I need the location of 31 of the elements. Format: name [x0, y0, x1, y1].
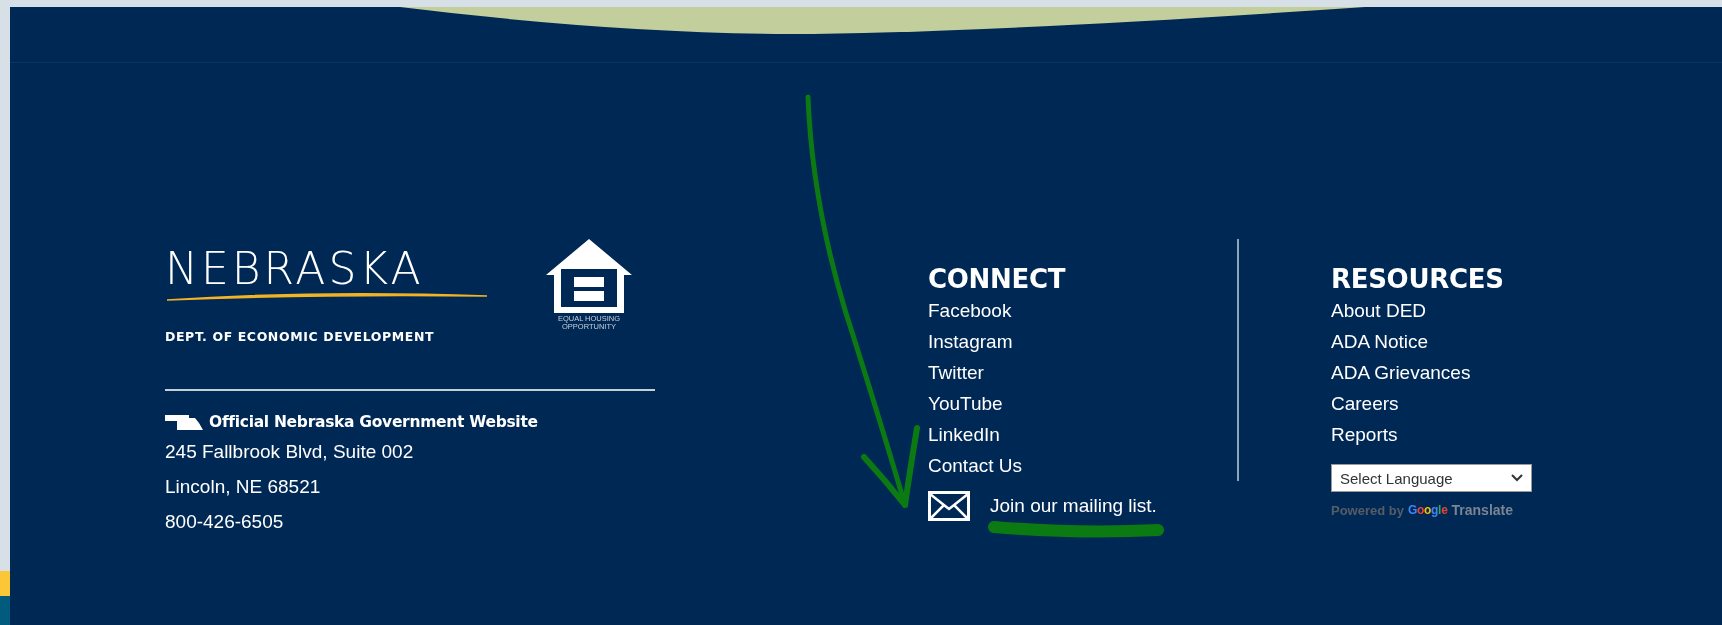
footer-link[interactable]: Twitter	[928, 357, 984, 388]
chevron-icon	[1511, 474, 1523, 482]
address-line: 245 Fallbrook Blvd, Suite 002	[165, 440, 414, 464]
side-stripe	[0, 596, 10, 625]
logo-wordmark: NEBRASKA	[165, 247, 424, 291]
google-logo: Google	[1407, 503, 1448, 517]
swoosh-icon	[165, 291, 490, 301]
language-select[interactable]: Select Language	[1331, 464, 1532, 492]
envelope-icon[interactable]	[928, 490, 970, 521]
house-icon	[544, 237, 634, 315]
connect-heading: CONNECT	[928, 263, 1066, 295]
footer-link[interactable]: About DED	[1331, 295, 1427, 326]
footer-link[interactable]: YouTube	[928, 388, 1003, 419]
footer-link[interactable]: Facebook	[928, 295, 1012, 326]
footer-link[interactable]: ADA Notice	[1331, 326, 1429, 357]
powered-by-text: Powered by	[1331, 502, 1404, 518]
translate-link[interactable]: Translate	[1451, 502, 1513, 518]
state-map-icon	[165, 414, 203, 430]
logo-subtitle: DEPT. OF ECONOMIC DEVELOPMENT	[165, 329, 435, 344]
footer-link[interactable]: Careers	[1331, 388, 1399, 419]
resources-heading: RESOURCES	[1331, 263, 1504, 295]
footer-link[interactable]: Instagram	[928, 326, 1013, 357]
footer-link[interactable]: Contact Us	[928, 450, 1022, 481]
footer-link[interactable]: Reports	[1331, 419, 1398, 450]
address-line: 800-426-6505	[165, 510, 284, 534]
side-stripe	[0, 571, 10, 596]
footer-link[interactable]: ADA Grievances	[1331, 357, 1471, 388]
address-line: Lincoln, NE 68521	[165, 475, 321, 499]
mailing-list-link[interactable]: Join our mailing list.	[990, 490, 1157, 521]
footer-link[interactable]: LinkedIn	[928, 419, 1000, 450]
official-website-label: Official Nebraska Government Website	[209, 413, 538, 431]
